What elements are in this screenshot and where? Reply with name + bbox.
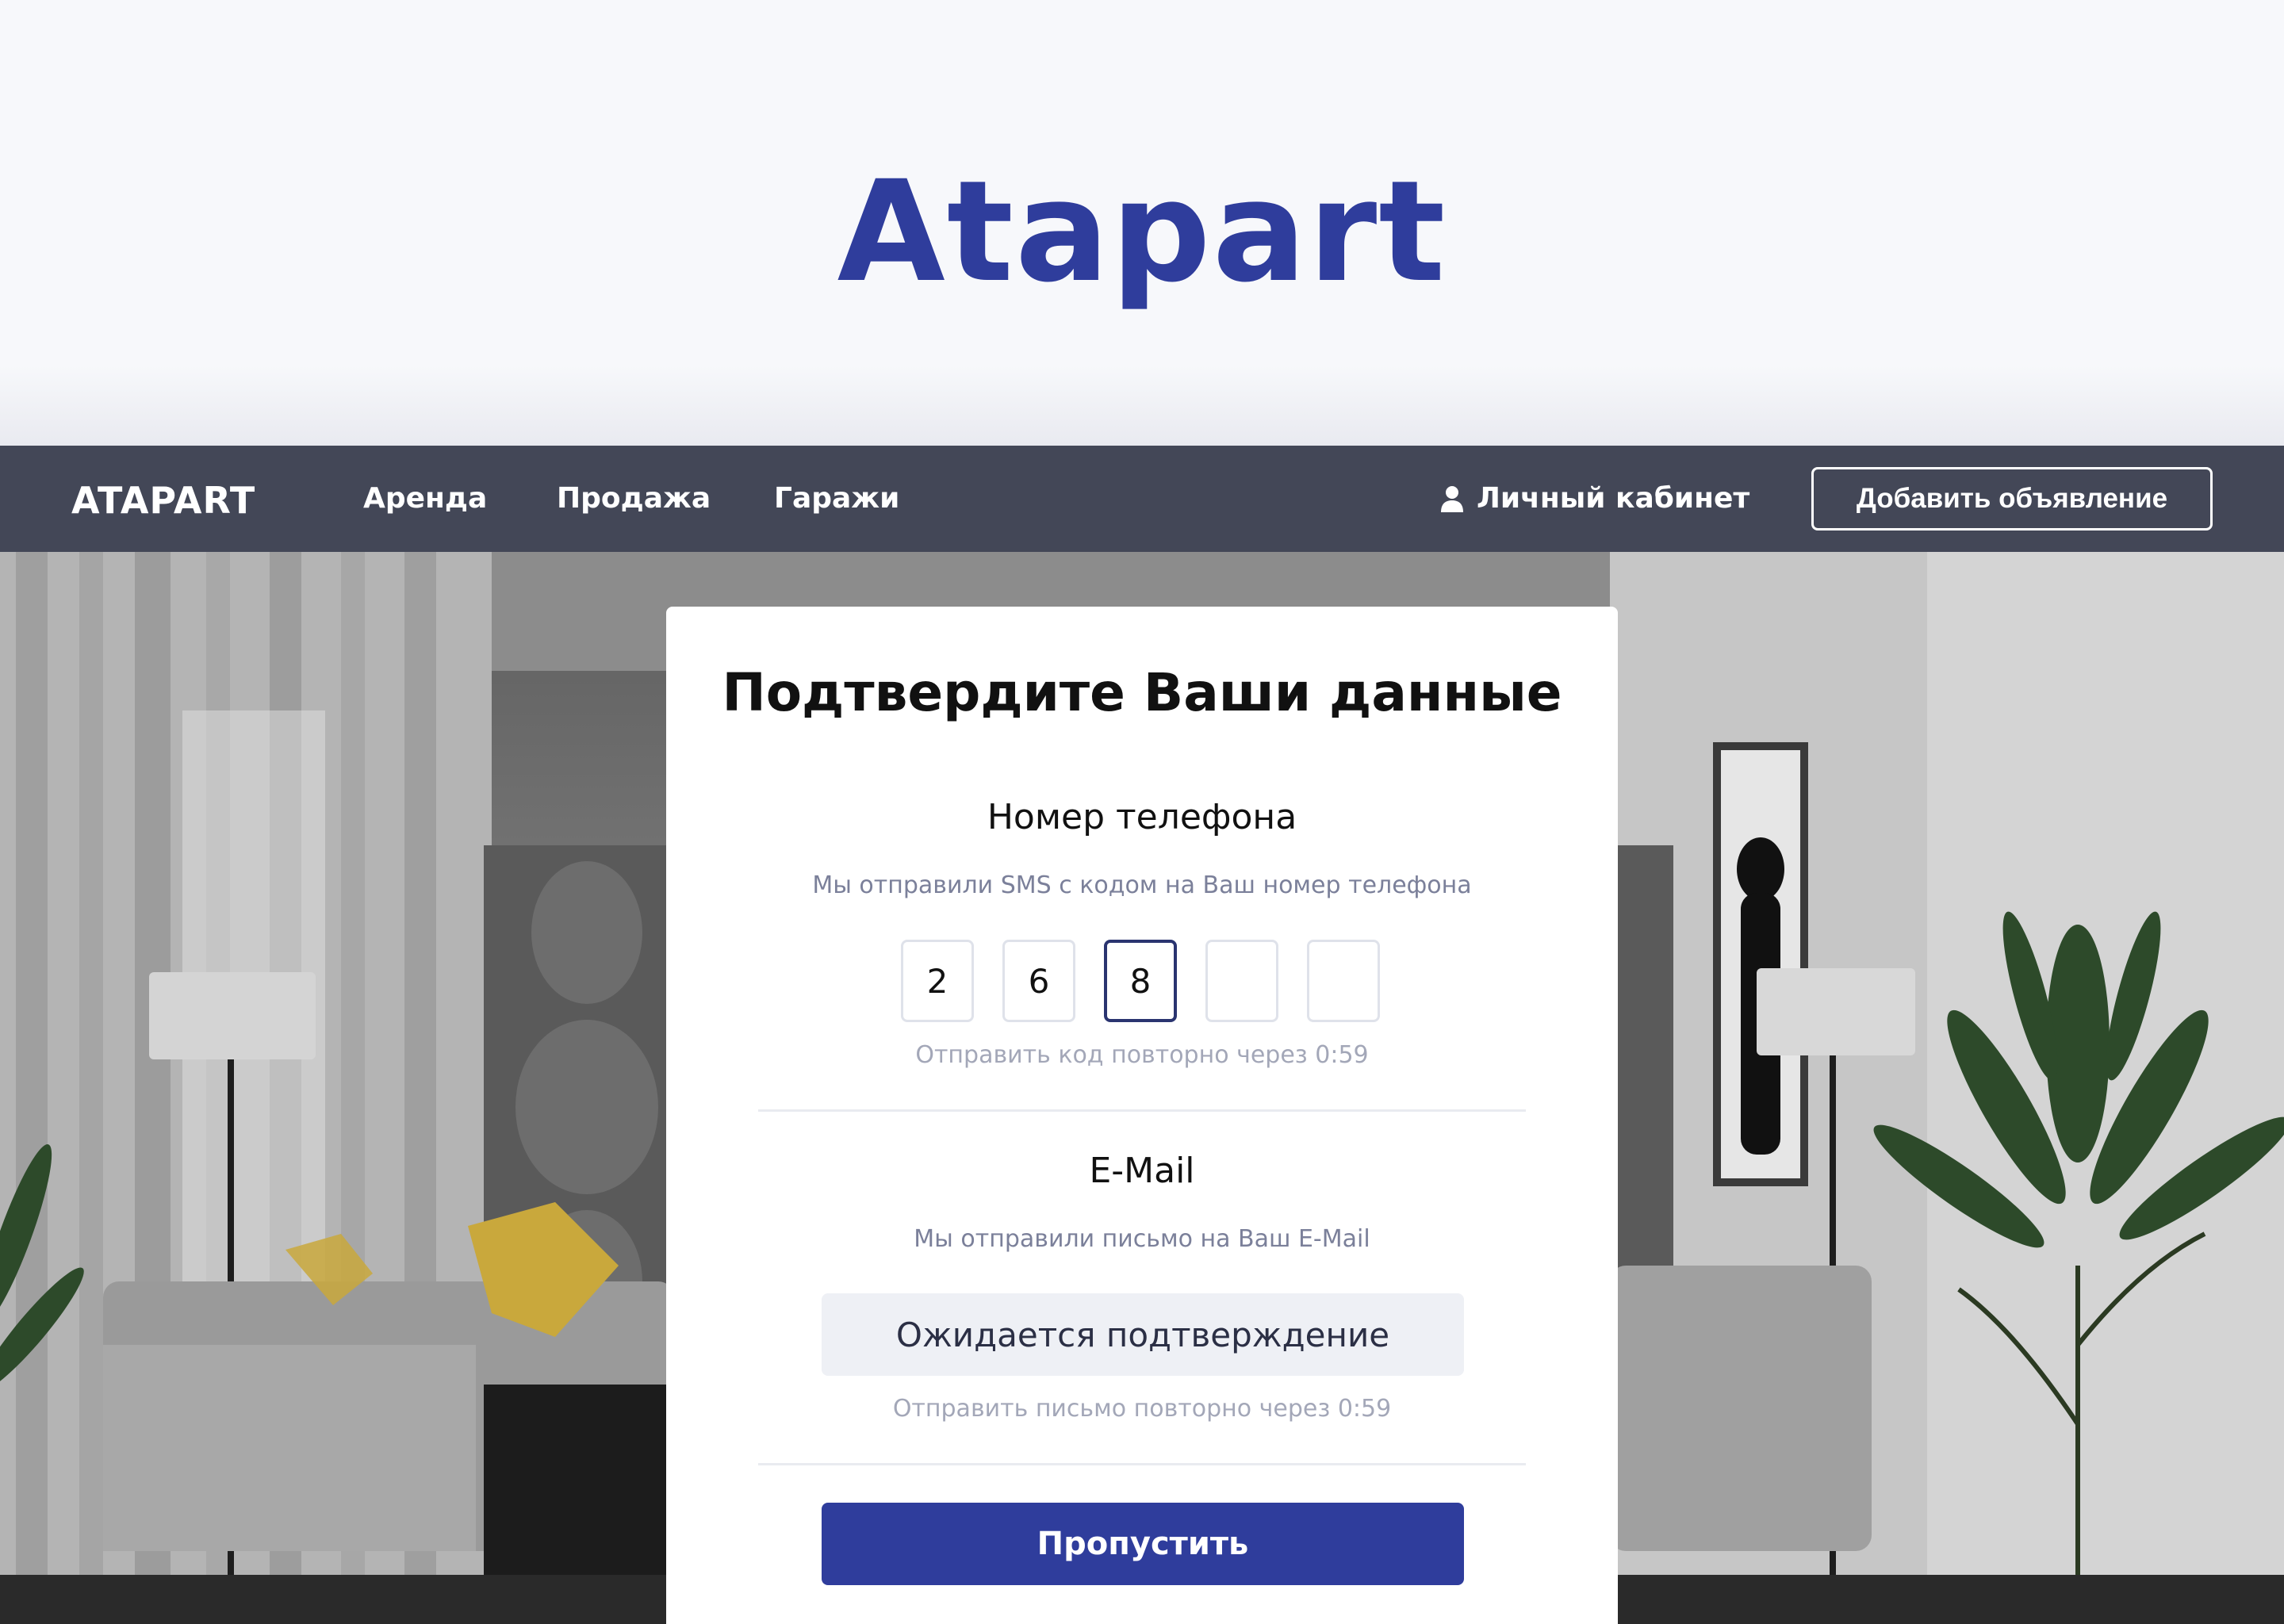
resend-code-timer: Отправить код повторно через 0:59	[915, 1041, 1369, 1069]
personal-account-link[interactable]: Личный кабинет	[1440, 482, 1749, 515]
verification-card: Подтвердите Ваши данные Номер телефона М…	[666, 607, 1618, 1624]
email-hint: Мы отправили письмо на Ваш E-Mail	[914, 1225, 1370, 1253]
navbar: ATAPART Аренда Продажа Гаражи Личный каб…	[0, 446, 2284, 552]
code-digit-1[interactable]: 2	[901, 940, 974, 1022]
phone-hint: Мы отправили SMS с кодом на Ваш номер те…	[812, 871, 1472, 899]
section-divider	[758, 1109, 1526, 1112]
code-digit-2[interactable]: 6	[1002, 940, 1075, 1022]
hero-header: Atapart	[0, 0, 2284, 446]
code-digit-4[interactable]	[1205, 940, 1278, 1022]
personal-account-label: Личный кабинет	[1477, 482, 1750, 515]
email-section-title: E-Mail	[1089, 1151, 1195, 1191]
sms-code-input: 2 6 8	[901, 940, 1380, 1022]
skip-button[interactable]: Пропустить	[822, 1503, 1464, 1585]
nav-link-garages[interactable]: Гаражи	[774, 482, 899, 515]
section-divider	[758, 1463, 1526, 1465]
add-listing-button[interactable]: Добавить объявление	[1811, 467, 2213, 530]
card-title: Подтвердите Ваши данные	[722, 662, 1562, 723]
code-digit-5[interactable]	[1307, 940, 1380, 1022]
resend-email-timer: Отправить письмо повторно через 0:59	[892, 1395, 1392, 1423]
phone-section-title: Номер телефона	[987, 797, 1297, 837]
nav-link-sale[interactable]: Продажа	[557, 482, 711, 515]
email-status-badge: Ожидается подтверждение	[822, 1293, 1464, 1376]
code-digit-3[interactable]: 8	[1104, 940, 1177, 1022]
brand-title: Atapart	[837, 151, 1447, 313]
user-icon	[1441, 485, 1463, 512]
nav-link-rent[interactable]: Аренда	[363, 482, 487, 515]
nav-logo[interactable]: ATAPART	[71, 479, 255, 522]
